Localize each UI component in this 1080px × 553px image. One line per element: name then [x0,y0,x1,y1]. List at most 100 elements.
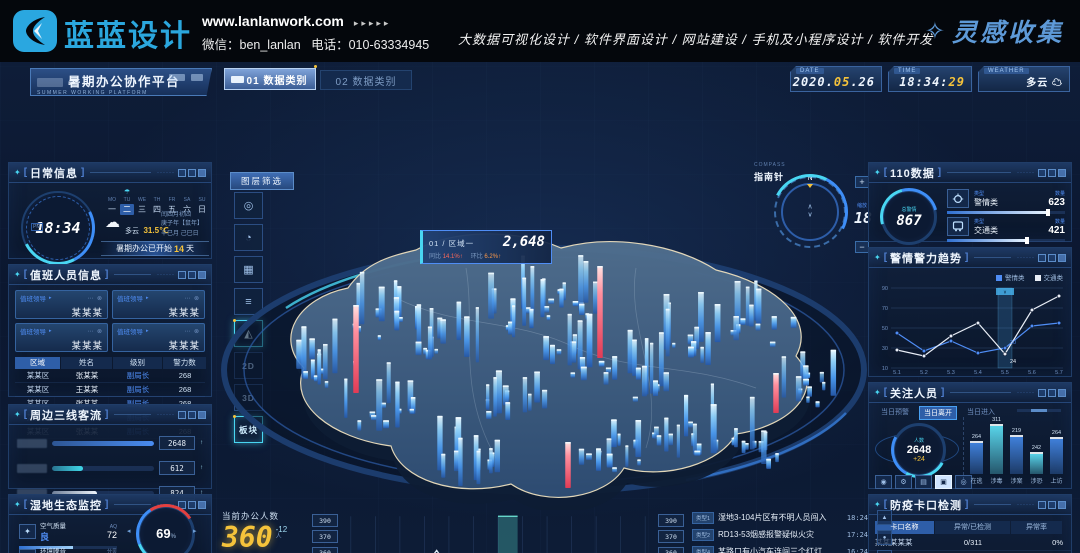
bar-value: 311 [992,417,1001,423]
inspiration-collect[interactable]: ✧ 灵感收集 [925,13,1064,49]
card-close-icon[interactable]: ⋯ ⊗ [184,328,200,335]
bar [970,441,983,474]
column-header: 区域 [15,357,60,369]
bar-label: 涉毒 [990,476,1002,485]
card-close-icon[interactable]: ⋯ ⊗ [184,295,200,302]
minimize-icon[interactable] [1038,501,1046,509]
card-close-icon[interactable]: ⋯ ⊗ [87,295,103,302]
panel-title: 值班人员信息 [30,267,102,283]
table-row: 某某区王某某副局长268 [15,383,205,397]
flow-track [52,466,154,471]
rain-icon [105,189,119,197]
window-icon[interactable] [1048,254,1056,262]
window-icon[interactable] [1048,169,1056,177]
dot-icon[interactable]: ● [877,530,892,545]
bar [1010,435,1023,474]
expand-icon[interactable] [1058,254,1066,262]
camera-icon[interactable]: ◉ [875,475,892,489]
minimize-icon[interactable] [1038,389,1046,397]
column-header: 姓名 [61,357,112,369]
gear-icon[interactable]: ⚙ [895,475,912,489]
chevron-right-icon: ▸ [146,328,149,334]
alert-row[interactable]: 类型1湿地3-104片区有不明人员闯入18:24 [692,510,868,525]
bar-label: 上访 [1050,476,1062,485]
duty-leader-cards: 值班领导▸⋯ ⊗某某某值班领导▸⋯ ⊗某某某值班领导▸⋯ ⊗某某某值班领导▸⋯ … [9,285,211,355]
card-name: 某某某 [20,338,103,352]
up-arrow-icon[interactable]: ▲ [877,510,892,525]
alert-time: 16:24 [847,548,868,553]
expand-icon[interactable] [198,169,206,177]
badge-icon[interactable]: ▣ [935,475,952,489]
zoom-in-button[interactable]: + [855,176,869,188]
alert-text: 某路口有小汽车连闯三个红灯 [718,546,843,553]
expand-icon[interactable] [1058,169,1066,177]
scroll-thumb[interactable] [1031,409,1047,412]
card-role: 值班领导 [20,326,46,336]
window-icon[interactable] [1048,389,1056,397]
window-icon[interactable] [188,169,196,177]
redacted-label [17,439,47,448]
card-role: 值班领导 [20,293,46,303]
window-icon[interactable] [188,411,196,419]
tab-data-category-2[interactable]: 02 数据类别 [320,70,412,90]
alert-type-badge: 类型4 [692,546,714,553]
bar-value: 264 [1052,430,1061,436]
zoom-out-button[interactable]: − [855,241,869,253]
bar-column: 264 上访 [1050,430,1063,485]
minimize-icon[interactable] [178,271,186,279]
table-cell: 王某某 [61,384,113,395]
summer-office-banner: 暑期办公已开始14天 [101,241,209,256]
week-cell: ☂TU二 [120,189,134,215]
svg-text:30: 30 [1010,340,1016,346]
alert-row[interactable]: 类型2RD13-53烟感报警疑似火灾17:24 [692,527,868,542]
alert-text: RD13-53烟感报警疑似火灾 [718,529,843,540]
rain-icon [180,189,194,197]
logo-text: 蓝蓝设计 [64,11,192,55]
redacted-label [17,464,47,473]
expand-icon[interactable] [198,271,206,279]
platform-subtitle: SUMMER WORKING PLATFORM [37,90,205,96]
minimize-icon[interactable] [1038,254,1046,262]
column-header: 警力数 [163,357,206,369]
expand-icon[interactable] [198,411,206,419]
minimize-icon[interactable] [178,411,186,419]
office-count: 360 [222,524,273,552]
window-icon[interactable] [188,501,196,509]
focus-tab-0[interactable]: 当日预警 [877,406,913,420]
flow-fill [52,466,83,471]
card-name: 某某某 [117,305,200,319]
office-trend-plot: 024681012141618202224 [341,512,655,553]
right-arrow-icon[interactable]: ▸ [193,527,197,535]
window-icon[interactable] [1048,501,1056,509]
y-axis-left: 390370360350340 [312,512,338,553]
flow-row: 612↑ [9,461,211,475]
list-icon[interactable]: ▤ [915,475,932,489]
website-link[interactable]: www.lanlanwork.com [202,13,344,29]
minimize-icon[interactable] [178,169,186,177]
panel-eco-monitor: ✦[ 湿地生态监控 ]······ ✦ 空气质量良 AQ72 ◈ 环境噪音正常 … [8,494,212,553]
focus-icon-row: ◉⚙▤▣◎ [875,475,972,489]
table-header-row: 卡口名称异常/已检测异常率 [869,520,1071,535]
svg-text:5.2: 5.2 [920,370,928,376]
header-contact-block: www.lanlanwork.com▸▸▸▸▸ 微信：ben_lanlan 电话… [202,9,429,55]
chevron-right-icon: ▸ [49,328,52,334]
y-tick: 370 [312,530,338,543]
expand-icon[interactable] [1058,389,1066,397]
bar-column: 242涉恐 [1030,445,1043,485]
expand-icon[interactable] [198,501,206,509]
alert-row[interactable]: 类型4 某路口有小汽车连闯三个红灯 16:24 [692,544,868,553]
svg-text:5.1: 5.1 [893,370,901,376]
tab-data-category-1[interactable]: 01 数据类别 [224,68,316,90]
focus-tab-1[interactable]: 当日离开 [919,406,957,420]
rain-icon: ☂ [120,189,134,197]
expand-icon[interactable] [1058,501,1066,509]
left-arrow-icon[interactable]: ◂ [127,527,131,535]
digital-clock: PM 18:34 [21,191,95,265]
svg-text:5.7: 5.7 [1055,370,1063,376]
panel-title: 日常信息 [30,165,78,181]
bar-column: 311 涉毒 [990,417,1003,485]
traffic-type-row: 类型交通类 数量421 [947,217,1065,242]
minimize-icon[interactable] [1038,169,1046,177]
card-close-icon[interactable]: ⋯ ⊗ [87,328,103,335]
window-icon[interactable] [188,271,196,279]
